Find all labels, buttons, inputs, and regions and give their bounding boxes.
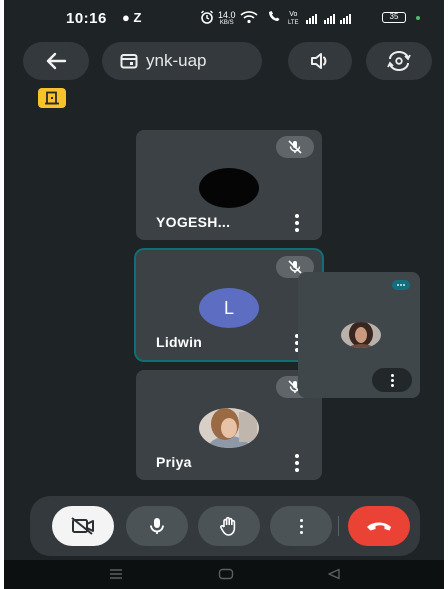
status-notification-icons: ● Z <box>122 10 142 25</box>
controls-divider <box>338 516 339 536</box>
end-call-button[interactable] <box>348 506 410 546</box>
phone-screen: 10:16 ● Z 14.0 KB/S Vo LTE 35 ynk-uap YO… <box>4 0 444 589</box>
call-wifi-icon <box>269 11 280 21</box>
more-options-icon[interactable] <box>294 214 300 232</box>
privacy-indicator-icon <box>416 16 420 20</box>
avatar <box>199 168 259 208</box>
participant-tile-yogesh[interactable]: YOGESH... <box>136 130 322 240</box>
hang-up-icon <box>367 522 391 531</box>
participant-name: Priya <box>156 454 192 470</box>
avatar <box>199 408 259 448</box>
camera-toggle-button[interactable] <box>52 506 114 546</box>
volte-top: Vo <box>289 11 298 18</box>
mic-toggle-button[interactable] <box>126 506 188 546</box>
volte-label: Vo LTE <box>288 11 299 27</box>
system-nav-bar <box>4 560 444 589</box>
mic-off-icon <box>288 260 302 274</box>
participant-tile-priya[interactable]: Priya <box>136 370 322 480</box>
meeting-info-button[interactable]: ynk-uap <box>102 42 262 80</box>
status-time: 10:16 <box>66 10 107 27</box>
more-options-button[interactable] <box>270 506 332 546</box>
door-exit-icon <box>45 91 59 105</box>
calendar-icon <box>120 54 138 69</box>
net-speed-unit: KB/S <box>219 20 234 26</box>
status-bar: 10:16 ● Z 14.0 KB/S Vo LTE 35 <box>4 0 444 40</box>
status-right-icons: 14.0 KB/S Vo LTE 35 <box>200 8 440 28</box>
call-controls-bar <box>30 496 420 556</box>
audio-output-button[interactable] <box>288 42 352 80</box>
more-options-icon[interactable] <box>294 454 300 472</box>
self-view-options-button[interactable] <box>372 368 412 392</box>
back-button[interactable] <box>23 42 89 80</box>
volte-bottom: LTE <box>288 20 299 26</box>
signal-icon-2 <box>324 14 335 24</box>
profile-photo <box>199 408 259 448</box>
mic-off-icon <box>288 140 302 154</box>
self-view-tile[interactable] <box>298 272 420 398</box>
signal-icon-3 <box>340 14 351 24</box>
alarm-icon <box>201 10 213 24</box>
avatar: L <box>199 288 259 328</box>
participant-tile-lidwin[interactable]: L Lidwin <box>136 250 322 360</box>
exit-badge[interactable] <box>38 88 66 108</box>
home-icon[interactable] <box>218 568 234 580</box>
arrow-left-icon <box>46 52 67 70</box>
raise-hand-button[interactable] <box>198 506 260 546</box>
camera-flip-icon <box>387 51 411 71</box>
self-avatar <box>341 322 381 348</box>
mic-icon <box>150 518 164 534</box>
battery-icon: 35 <box>382 12 406 23</box>
meeting-code: ynk-uap <box>146 51 207 70</box>
participant-name: Lidwin <box>156 334 203 350</box>
raise-hand-icon <box>220 516 236 536</box>
participant-name: YOGESH... <box>156 214 231 230</box>
signal-icon-1 <box>306 14 317 24</box>
self-photo <box>341 322 381 348</box>
switch-camera-button[interactable] <box>366 42 432 80</box>
camera-off-icon <box>71 517 94 535</box>
net-speed: 14.0 KB/S <box>218 11 236 27</box>
muted-badge <box>276 136 314 158</box>
recents-icon[interactable] <box>108 568 124 580</box>
back-nav-icon[interactable] <box>326 568 342 580</box>
speaker-icon <box>311 53 327 69</box>
audio-level-icon <box>392 280 410 290</box>
net-speed-value: 14.0 <box>218 10 236 20</box>
wifi-icon <box>240 11 258 24</box>
